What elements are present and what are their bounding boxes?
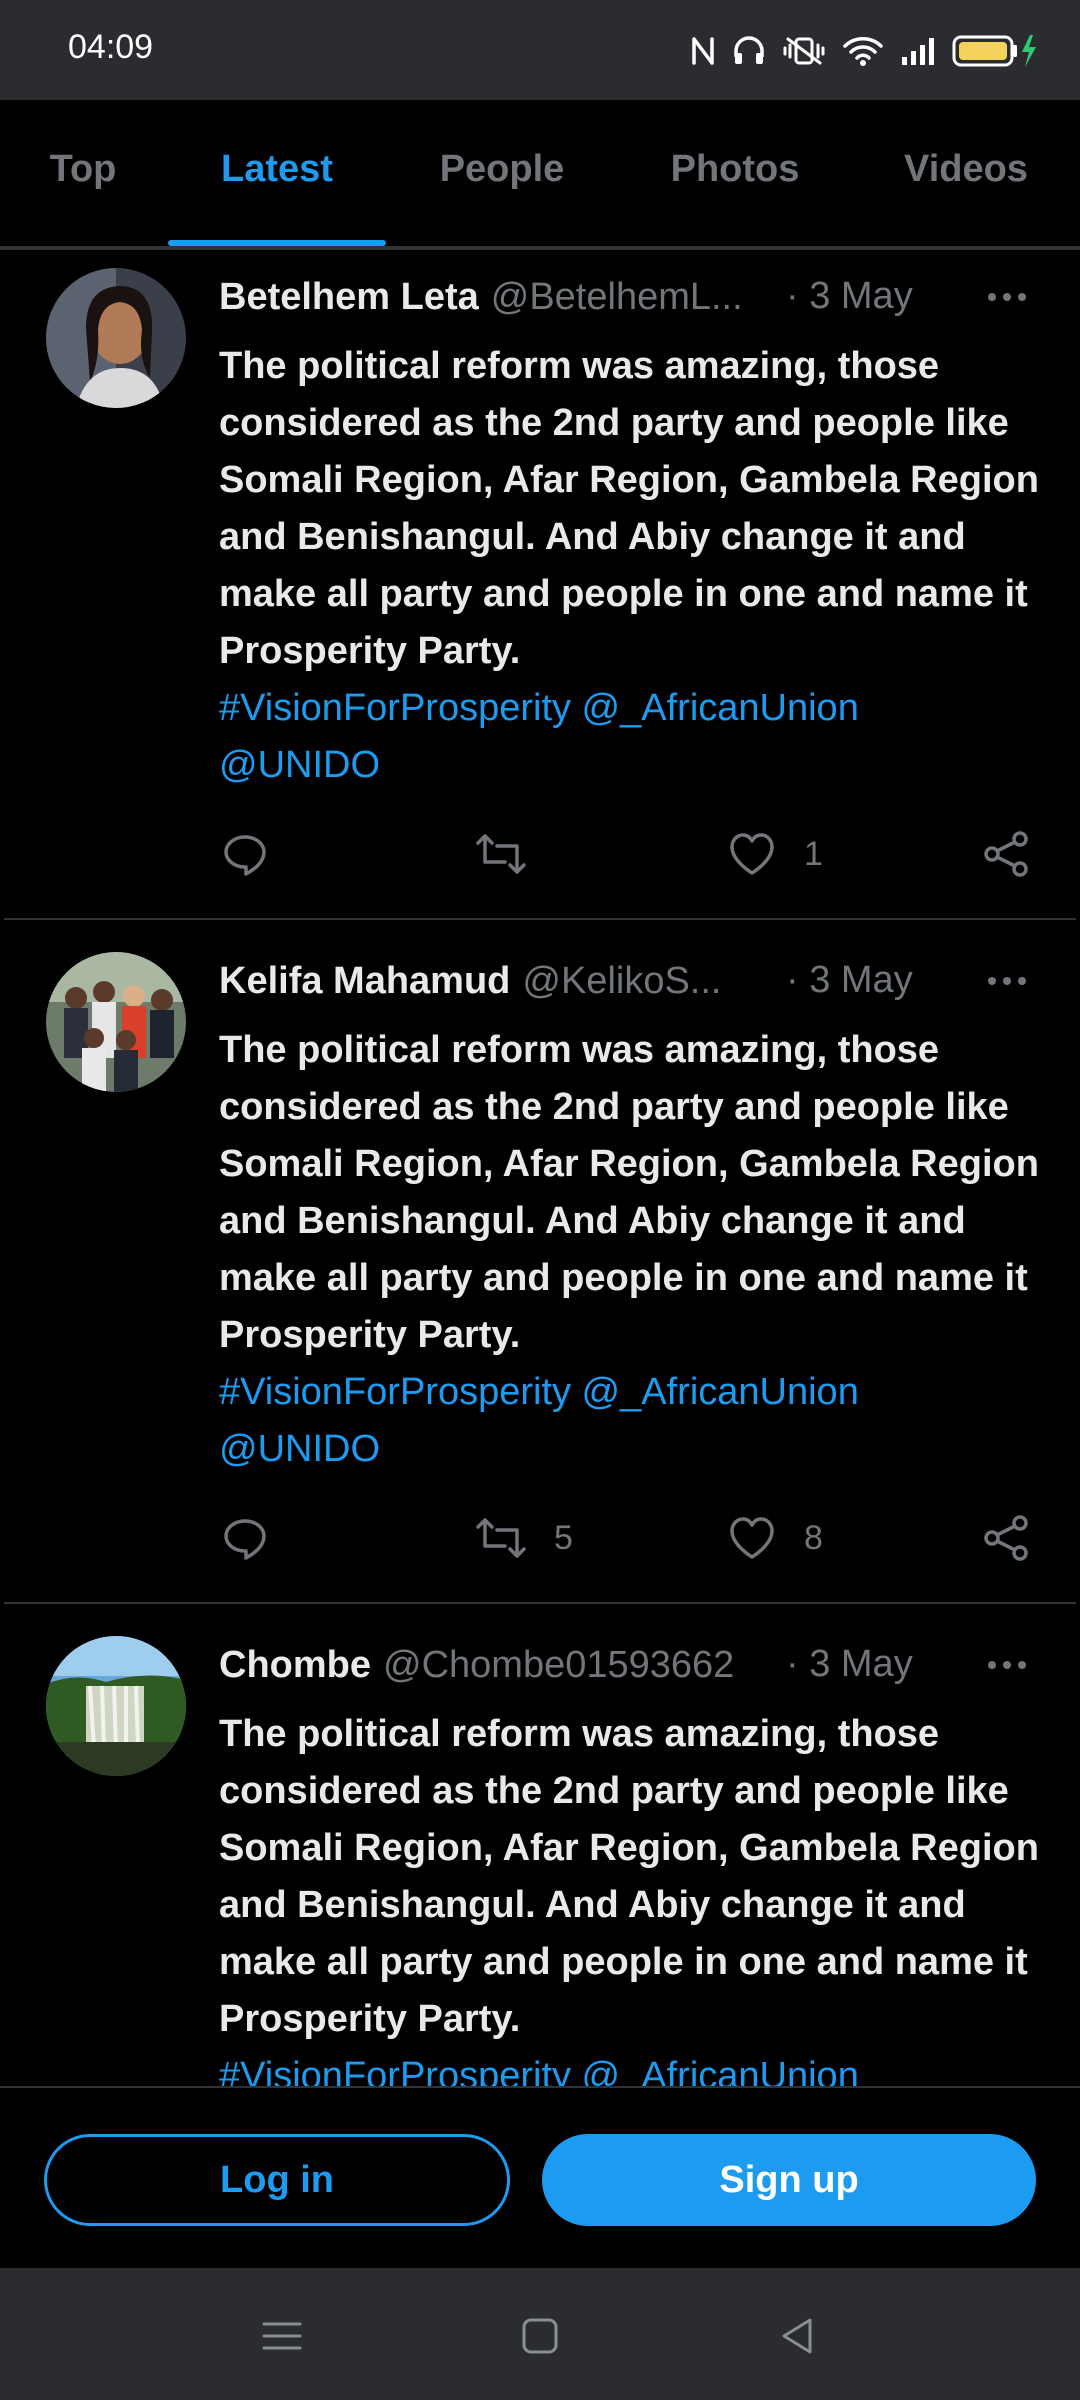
more-options-icon[interactable] xyxy=(982,956,1032,1006)
heart-icon xyxy=(730,833,774,875)
user-handle[interactable]: @Chombe01593662 xyxy=(383,1644,734,1687)
tweet-hashtag-mentions[interactable]: #VisionForProsperity @_AfricanUnion xyxy=(219,1364,1049,1421)
share-button[interactable] xyxy=(982,1508,1030,1568)
retweet-button[interactable]: 5 xyxy=(476,1508,573,1568)
signup-button[interactable]: Sign up xyxy=(542,2134,1036,2226)
headphones-icon xyxy=(734,36,764,64)
tweet-header: Kelifa Mahamud @KelikoS... xyxy=(219,956,721,1006)
login-button[interactable]: Log in xyxy=(44,2134,510,2226)
reply-icon xyxy=(224,835,266,876)
retweet-button[interactable] xyxy=(476,824,554,884)
back-icon[interactable] xyxy=(774,2312,822,2360)
tweet-mention[interactable]: @UNIDO xyxy=(219,1421,1049,1478)
search-tabs: Top Latest People Photos Videos xyxy=(0,100,1080,250)
status-bar: 04:09 xyxy=(0,0,1080,100)
tweet-text: The political reform was amazing, those … xyxy=(219,1713,1039,2040)
tab-people[interactable]: People xyxy=(408,100,596,246)
tweet-links: #VisionForProsperity @_AfricanUnion @UNI… xyxy=(219,680,1049,794)
retweet-count: 5 xyxy=(554,1518,573,1557)
like-button[interactable]: 1 xyxy=(728,824,823,884)
like-count: 8 xyxy=(804,1518,823,1557)
display-name[interactable]: Kelifa Mahamud xyxy=(219,960,510,1003)
system-nav-bar xyxy=(0,2268,1080,2400)
display-name[interactable]: Chombe xyxy=(219,1644,371,1687)
reply-button[interactable] xyxy=(222,824,268,884)
tab-latest[interactable]: Latest xyxy=(168,100,386,246)
share-icon xyxy=(984,1515,1028,1561)
nfc-icon xyxy=(692,37,714,65)
retweet-icon xyxy=(476,834,526,874)
more-options-icon[interactable] xyxy=(982,272,1032,322)
tweet[interactable]: Kelifa Mahamud @KelikoS... · 3 May The p… xyxy=(0,938,1080,1600)
reply-button[interactable] xyxy=(222,1508,268,1568)
display-name[interactable]: Betelhem Leta xyxy=(219,276,479,319)
auth-bar: Log in Sign up xyxy=(0,2086,1080,2268)
tweet-date[interactable]: · 3 May xyxy=(786,959,913,1002)
tweet-hashtag-mentions[interactable]: #VisionForProsperity @_AfricanUnion xyxy=(219,2048,1049,2086)
tweet-text: The political reform was amazing, those … xyxy=(219,345,1039,672)
status-icons xyxy=(690,28,1038,74)
more-options-icon[interactable] xyxy=(982,1640,1032,1690)
tweet-header: Chombe @Chombe01593662 xyxy=(219,1640,734,1690)
battery-charging-icon xyxy=(952,35,1036,67)
home-icon[interactable] xyxy=(516,2312,564,2360)
signal-icon xyxy=(902,38,934,65)
tab-top[interactable]: Top xyxy=(20,100,146,246)
tab-videos[interactable]: Videos xyxy=(874,100,1058,246)
avatar[interactable] xyxy=(46,952,186,1092)
tweet-hashtag-mentions[interactable]: #VisionForProsperity @_AfricanUnion xyxy=(219,680,1049,737)
active-tab-indicator xyxy=(168,240,386,246)
like-count: 1 xyxy=(804,834,823,873)
vibrate-icon xyxy=(783,37,825,65)
heart-icon xyxy=(730,1517,774,1559)
tweet-links: #VisionForProsperity @_AfricanUnion xyxy=(219,2048,1049,2086)
tweet-feed[interactable]: Betelhem Leta @BetelhemL... · 3 May The … xyxy=(0,254,1080,2086)
tweet-date[interactable]: · 3 May xyxy=(786,1643,913,1686)
like-button[interactable]: 8 xyxy=(728,1508,823,1568)
divider xyxy=(4,918,1076,920)
tweet-text: The political reform was amazing, those … xyxy=(219,1029,1039,1356)
tweet-actions: 5 8 xyxy=(0,1508,1080,1568)
menu-icon[interactable] xyxy=(258,2312,306,2360)
tweet-mention[interactable]: @UNIDO xyxy=(219,737,1049,794)
tweet-header: Betelhem Leta @BetelhemL... xyxy=(219,272,743,322)
status-time: 04:09 xyxy=(68,28,154,66)
user-handle[interactable]: @KelikoS... xyxy=(522,960,721,1003)
tweet[interactable]: Betelhem Leta @BetelhemL... · 3 May The … xyxy=(0,254,1080,918)
divider xyxy=(4,1602,1076,1604)
retweet-icon xyxy=(476,1518,526,1558)
tab-photos[interactable]: Photos xyxy=(640,100,830,246)
tweet-date[interactable]: · 3 May xyxy=(786,275,913,318)
tweet-actions: 1 xyxy=(0,824,1080,884)
wifi-icon xyxy=(843,37,883,66)
reply-icon xyxy=(224,1519,266,1560)
share-button[interactable] xyxy=(982,824,1030,884)
avatar[interactable] xyxy=(46,1636,186,1776)
user-handle[interactable]: @BetelhemL... xyxy=(491,276,743,319)
share-icon xyxy=(984,831,1028,877)
tweet[interactable]: Chombe @Chombe01593662 · 3 May The polit… xyxy=(0,1622,1080,2086)
avatar[interactable] xyxy=(46,268,186,408)
tweet-links: #VisionForProsperity @_AfricanUnion @UNI… xyxy=(219,1364,1049,1478)
